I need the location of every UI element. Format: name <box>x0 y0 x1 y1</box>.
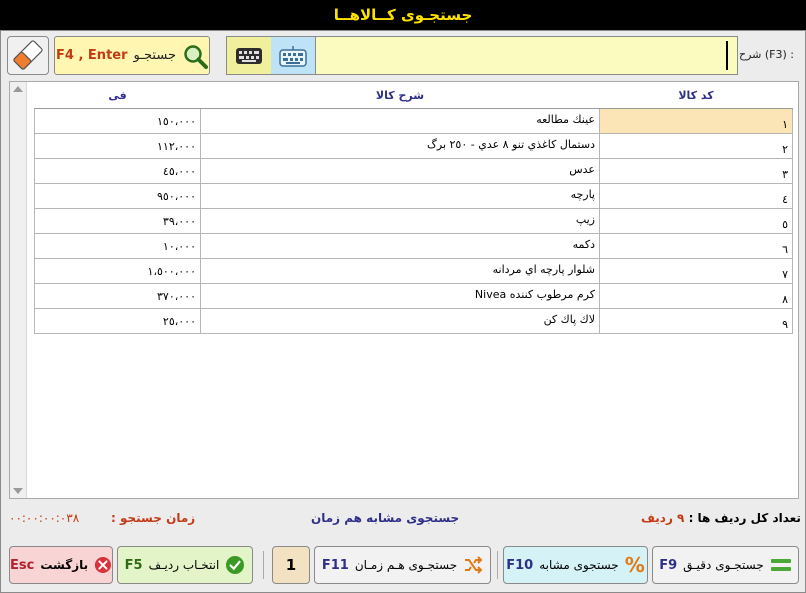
text-caret <box>726 41 728 70</box>
select-row-button-label: انتخـاب ردیـف <box>148 558 220 572</box>
cell-code[interactable]: ٩ <box>599 308 793 334</box>
eraser-icon <box>13 40 43 70</box>
table-row[interactable]: ١١٢،٠٠٠ دستمال كاغذي تنو ٨ عدي - ٢٥٠ برگ ٢ <box>34 133 793 159</box>
cell-price[interactable]: ١٥٠،٠٠٠ <box>34 108 201 134</box>
keyboard-icon <box>279 45 307 67</box>
cell-price[interactable]: ١،٥٠٠،٠٠٠ <box>34 258 201 284</box>
cell-price[interactable]: ٤٥،٠٠٠ <box>34 158 201 184</box>
cell-price[interactable]: ٣٩،٠٠٠ <box>34 208 201 234</box>
cell-description[interactable]: كرم مرطوب كننده Nivea <box>200 283 600 309</box>
cell-code[interactable]: ٥ <box>599 208 793 234</box>
table-row[interactable]: ٣٩،٠٠٠ زيپ ٥ <box>34 208 793 234</box>
table-row[interactable]: ٣٧٠،٠٠٠ كرم مرطوب كننده Nivea ٨ <box>34 283 793 309</box>
similar-search-button-label: جستجوی مشابه <box>539 558 619 572</box>
concurrent-search-button-key: F11 <box>321 557 349 573</box>
table-row[interactable]: ١٠،٠٠٠ دكمه ٦ <box>34 233 793 259</box>
scroll-up-icon[interactable] <box>13 86 23 92</box>
cell-description[interactable]: دكمه <box>200 233 600 259</box>
search-time-value: ٠٠:٠٠:٠٠:٠٣٨ <box>9 511 80 525</box>
exact-search-button-label: جستجـوی دقیـق <box>683 558 764 572</box>
divider <box>497 551 498 579</box>
cell-code[interactable]: ٢ <box>599 133 793 159</box>
cell-code[interactable]: ٦ <box>599 233 793 259</box>
cell-price[interactable]: ٩٥٠،٠٠٠ <box>34 183 201 209</box>
search-button-label: جستجـو <box>133 48 176 63</box>
cell-code[interactable]: ٤ <box>599 183 793 209</box>
cell-description[interactable]: زيپ <box>200 208 600 234</box>
cell-code[interactable]: ٨ <box>599 283 793 309</box>
exact-search-button-key: F9 <box>659 557 678 573</box>
table-row[interactable]: ٤٥،٠٠٠ عدس ٣ <box>34 158 793 184</box>
equals-icon <box>770 559 791 571</box>
table-header-row: فی شرح کالا کد کالا <box>34 82 793 109</box>
search-box <box>226 36 738 75</box>
cell-price[interactable]: ١١٢،٠٠٠ <box>34 133 201 159</box>
search-button-keys: F4 , Enter <box>56 48 128 63</box>
row-count-label: تعداد کل ردیف ها : <box>688 511 801 525</box>
select-row-button[interactable]: انتخـاب ردیـف F5 <box>117 546 253 584</box>
table-row[interactable]: ١،٥٠٠،٠٠٠ شلوار پارچه اي مردانه ٧ <box>34 258 793 284</box>
divider <box>263 551 264 579</box>
back-button-key: Esc <box>10 557 35 573</box>
title-bar: جستجـوی کــالاهــا <box>0 0 806 30</box>
column-header-price[interactable]: فی <box>34 82 201 109</box>
percent-icon: % <box>624 553 645 577</box>
keyboard-button[interactable] <box>227 37 272 74</box>
concurrent-search-button-label: جستجـوی هـم زمـان <box>354 558 458 572</box>
close-icon <box>95 556 112 574</box>
table-row[interactable]: ١٥٠،٠٠٠ عينك مطالعه ١ <box>34 108 793 134</box>
similar-concurrent-title: جستجوی مشابه هم زمان <box>311 511 460 525</box>
shuffle-icon <box>465 556 483 574</box>
cell-price[interactable]: ٢٥،٠٠٠ <box>34 308 201 334</box>
scroll-down-icon[interactable] <box>13 488 23 494</box>
column-header-code[interactable]: کد کالا <box>599 82 793 109</box>
cell-code[interactable]: ١ <box>599 108 793 134</box>
cell-description[interactable]: عينك مطالعه <box>200 108 600 134</box>
cell-description[interactable]: پارچه <box>200 183 600 209</box>
row-count-value: ٩ ردیف <box>641 511 685 525</box>
clear-search-button[interactable] <box>7 36 49 75</box>
search-button[interactable]: جستجـو F4 , Enter <box>54 36 210 75</box>
exact-search-button[interactable]: جستجـوی دقیـق F9 <box>652 546 799 584</box>
results-grid: فی شرح کالا کد کالا ١٥٠،٠٠٠ عينك مطالعه ١ ١… <box>9 81 799 499</box>
vertical-scrollbar[interactable] <box>10 82 27 498</box>
search-label: شرح (F3) : <box>739 48 794 61</box>
window-title: جستجـوی کــالاهــا <box>333 6 473 24</box>
page-number-button[interactable]: 1 <box>272 546 310 584</box>
concurrent-search-button[interactable]: جستجـوی هـم زمـان F11 <box>314 546 491 584</box>
main-panel: جستجـو F4 , Enter شرح (F3): فی شرح کالا… <box>0 30 806 593</box>
column-header-description[interactable]: شرح کالا <box>200 82 600 109</box>
page-number: 1 <box>285 556 297 574</box>
check-icon <box>226 556 245 574</box>
cell-description[interactable]: شلوار پارچه اي مردانه <box>200 258 600 284</box>
cell-price[interactable]: ٣٧٠،٠٠٠ <box>34 283 201 309</box>
back-button-label: بازگشت <box>40 558 89 572</box>
onscreen-keyboard-button[interactable] <box>271 37 316 74</box>
similar-search-button[interactable]: % جستجوی مشابه F10 <box>503 546 648 584</box>
row-count: تعداد کل ردیف ها : ٩ ردیف <box>641 511 801 525</box>
keyboard-icon <box>236 47 262 64</box>
cell-code[interactable]: ٧ <box>599 258 793 284</box>
table-row[interactable]: ٢٥،٠٠٠ لاك پاك كن ٩ <box>34 308 793 334</box>
search-input[interactable] <box>316 37 737 74</box>
search-time-label: زمان جستجو : <box>111 511 196 525</box>
select-row-button-key: F5 <box>124 557 143 573</box>
search-icon <box>184 44 208 69</box>
table-row[interactable]: ٩٥٠،٠٠٠ پارچه ٤ <box>34 183 793 209</box>
cell-code[interactable]: ٣ <box>599 158 793 184</box>
results-table: فی شرح کالا کد کالا ١٥٠،٠٠٠ عينك مطالعه ١ ١… <box>34 82 793 334</box>
cell-description[interactable]: عدس <box>200 158 600 184</box>
cell-description[interactable]: لاك پاك كن <box>200 308 600 334</box>
back-button[interactable]: بازگشت Esc <box>9 546 113 584</box>
cell-price[interactable]: ١٠،٠٠٠ <box>34 233 201 259</box>
cell-description[interactable]: دستمال كاغذي تنو ٨ عدي - ٢٥٠ برگ <box>200 133 600 159</box>
similar-search-button-key: F10 <box>506 557 534 573</box>
